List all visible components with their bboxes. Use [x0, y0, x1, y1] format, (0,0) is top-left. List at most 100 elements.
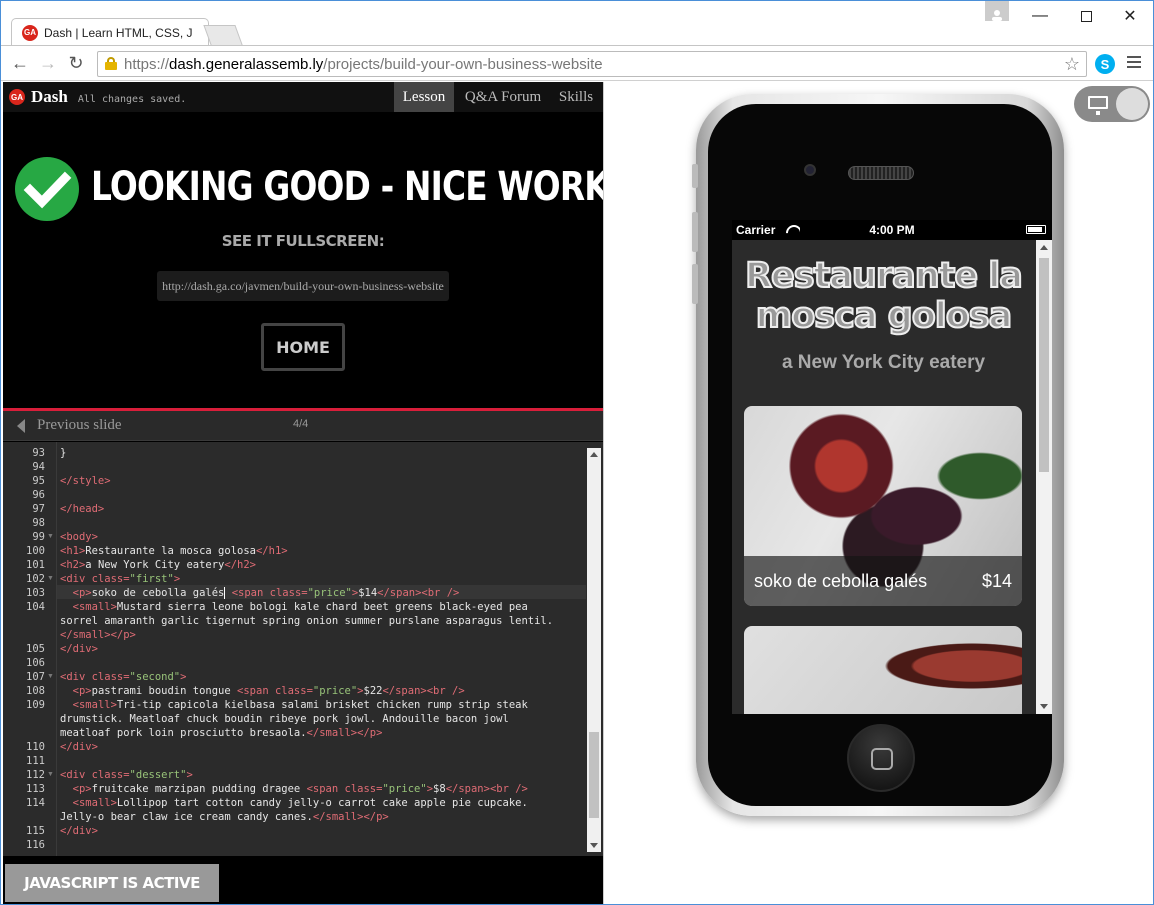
preview-pane: Carrier 4:00 PM Restaurante la mosca gol… — [603, 82, 1153, 904]
code-line: } — [60, 447, 67, 459]
previous-slide-label: Previous slide — [37, 417, 122, 433]
line-number: 101 — [26, 559, 45, 571]
iphone-frame: Carrier 4:00 PM Restaurante la mosca gol… — [692, 94, 1064, 816]
line-number: 110 — [26, 741, 45, 753]
code-line: <div class="first"> — [60, 573, 181, 585]
code-editor[interactable]: 93 94 95 96 97 98 99 ▼ 100 101 102 ▼ 103 104 105 106 107… — [3, 442, 603, 856]
url-host: dash.generalassemb.ly — [169, 55, 324, 73]
previous-slide-button[interactable]: Previous slide — [17, 417, 122, 434]
line-number: 107 — [26, 671, 45, 683]
line-number: 104 — [26, 601, 45, 613]
code-line: Jelly-o bear claw ice cream candy canes.… — [60, 811, 389, 823]
phone-face: Carrier 4:00 PM Restaurante la mosca gol… — [708, 104, 1052, 806]
code-line: <p>soko de cebolla galés <span class="pr… — [72, 587, 460, 599]
line-number: 93 — [32, 447, 45, 459]
line-number: 115 — [26, 825, 45, 837]
line-number-gutter: 93 94 95 96 97 98 99 ▼ 100 101 102 ▼ 103 104 105 106 107… — [3, 442, 57, 856]
line-number: 103 — [26, 587, 45, 599]
fold-arrow-icon[interactable]: ▼ — [47, 530, 54, 544]
desktop-monitor-icon — [1088, 96, 1108, 115]
line-number: 96 — [32, 489, 45, 501]
dish-name: soko de cebolla galés — [754, 570, 928, 591]
code-line: </div> — [60, 741, 98, 753]
javascript-status-button[interactable]: JAVASCRIPT IS ACTIVE — [5, 864, 219, 902]
line-number: 106 — [26, 657, 45, 669]
tab-lesson[interactable]: Lesson — [394, 82, 454, 112]
address-bar[interactable]: https://dash.generalassemb.ly/projects/b… — [97, 51, 1087, 77]
home-button-icon[interactable] — [847, 724, 915, 792]
line-number — [3, 628, 45, 642]
dash-app-name[interactable]: Dash — [31, 87, 68, 107]
tab-qa-forum[interactable]: Q&A Forum — [458, 82, 548, 112]
line-number: 114 — [26, 797, 45, 809]
lock-icon — [105, 57, 117, 70]
code-line: <small>Mustard sierra leone bologi kale … — [72, 601, 528, 613]
line-number: 102 — [26, 573, 45, 585]
slide-navigation: Previous slide 4/4 — [3, 411, 603, 441]
title-bar: GA Dash | Learn HTML, CSS, J — ✕ — [1, 1, 1153, 46]
slide-counter: 4/4 — [293, 418, 309, 430]
code-line: </style> — [60, 475, 111, 487]
menu-card-first: soko de cebolla galés $14 — [744, 406, 1022, 606]
line-number — [3, 712, 45, 726]
fold-arrow-icon[interactable]: ▼ — [47, 572, 54, 586]
code-line: <small>Tri-tip capicola kielbasa salami … — [72, 699, 528, 711]
status-time: 4:00 PM — [869, 223, 915, 237]
phone-screen[interactable]: Carrier 4:00 PM Restaurante la mosca gol… — [732, 220, 1052, 714]
ga-logo-icon[interactable]: GA — [9, 89, 25, 105]
home-button[interactable]: HOME — [261, 323, 345, 371]
line-number: 99 — [32, 531, 45, 543]
site-subtitle: a New York City eatery — [781, 352, 986, 373]
browser-menu-icon[interactable] — [1127, 56, 1141, 70]
code-line: </head> — [60, 503, 105, 515]
line-number: 116 — [26, 839, 45, 851]
browser-tab[interactable]: GA Dash | Learn HTML, CSS, J — [11, 18, 209, 46]
menu-card-second — [744, 626, 1022, 714]
back-arrow-icon[interactable]: ← — [9, 52, 31, 74]
new-tab-button[interactable] — [203, 25, 243, 45]
tab-skills[interactable]: Skills — [553, 82, 599, 112]
skype-extension-icon[interactable]: S — [1095, 54, 1115, 74]
minimize-button[interactable]: — — [1017, 1, 1063, 31]
code-line: </div> — [60, 825, 98, 837]
line-number: 105 — [26, 643, 45, 655]
reload-icon[interactable]: ↻ — [65, 52, 87, 74]
fullscreen-url-field[interactable]: http://dash.ga.co/javmen/build-your-own-… — [157, 271, 449, 301]
tab-title: Dash | Learn HTML, CSS, J — [44, 25, 193, 40]
speaker-grille — [848, 166, 914, 180]
fold-arrow-icon[interactable]: ▼ — [47, 768, 54, 782]
code-line: sorrel amaranth garlic tigernut spring o… — [60, 615, 554, 627]
url-scheme: https:// — [124, 55, 170, 73]
code-line: meatloaf pork loin prosciutto bresaola.<… — [60, 727, 383, 739]
url-path: /projects/build-your-own-business-websit… — [323, 55, 603, 73]
line-number: 113 — [26, 783, 45, 795]
line-number: 97 — [32, 503, 45, 515]
user-profile-icon[interactable] — [985, 1, 1009, 21]
forward-arrow-icon[interactable]: → — [37, 52, 59, 74]
line-number: 98 — [32, 517, 45, 529]
toggle-knob[interactable] — [1116, 88, 1148, 120]
device-toggle[interactable] — [1074, 86, 1150, 122]
battery-icon — [1026, 225, 1046, 234]
browser-toolbar: ← → ↻ https://dash.generalassemb.ly/proj… — [1, 45, 1153, 81]
code-line: <small>Lollipop tart cotton candy jelly-… — [72, 797, 528, 809]
line-number — [3, 614, 45, 628]
editor-footer: JAVASCRIPT IS ACTIVE — [3, 856, 603, 904]
close-button[interactable]: ✕ — [1107, 1, 1153, 31]
fullscreen-label: SEE IT FULLSCREEN: — [221, 232, 385, 250]
fold-arrow-icon[interactable]: ▼ — [47, 670, 54, 684]
code-line: <div class="dessert"> — [60, 769, 193, 781]
code-content[interactable]: } </style> </head> <body> <h1>Restaurant… — [60, 442, 586, 856]
line-number — [3, 810, 45, 824]
browser-window: GA Dash | Learn HTML, CSS, J — ✕ ← → ↻ h… — [0, 0, 1154, 905]
code-line: drumstick. Meatloaf chuck boudin ribeye … — [60, 713, 509, 725]
code-line: <p>pastrami boudin tongue <span class="p… — [72, 685, 465, 697]
bookmark-star-icon[interactable]: ☆ — [1064, 54, 1080, 75]
editor-scrollbar[interactable] — [587, 448, 601, 852]
code-line: <h2>a New York City eatery</h2> — [60, 559, 256, 571]
camera-icon — [804, 164, 816, 176]
maximize-button[interactable] — [1063, 1, 1109, 31]
line-number: 95 — [32, 475, 45, 487]
preview-scrollbar[interactable] — [1036, 240, 1052, 714]
volume-down-button — [692, 264, 698, 304]
